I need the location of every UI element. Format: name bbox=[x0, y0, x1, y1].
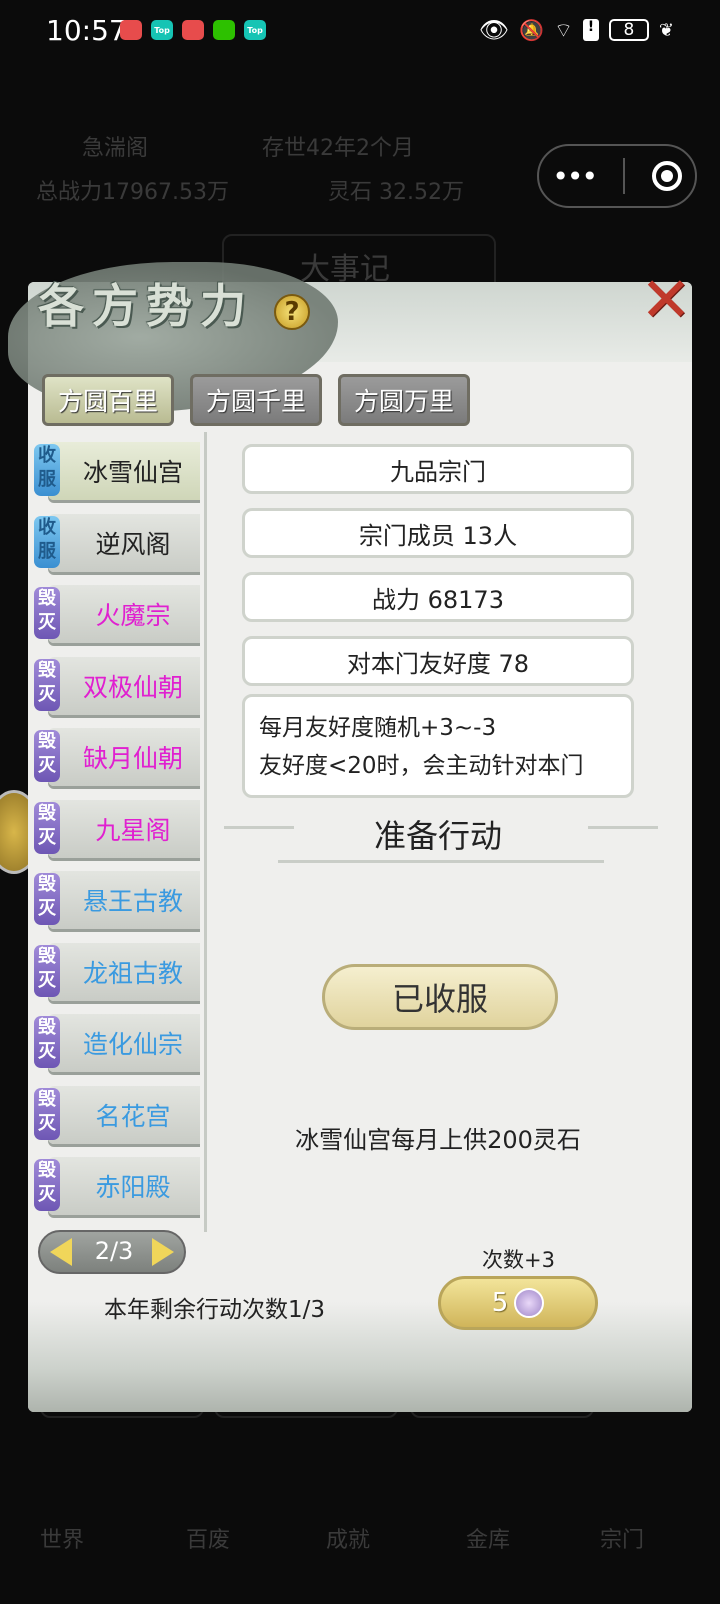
faction-status-badge: 毁灭 bbox=[34, 587, 60, 639]
faction-power: 战力 68173 bbox=[242, 572, 634, 622]
tribute-text: 冰雪仙宫每月上供200灵石 bbox=[295, 1126, 581, 1154]
app-red-icon bbox=[182, 20, 204, 40]
friendship-description: 每月友好度随机+3~-3 友好度<20时，会主动针对本门 bbox=[242, 694, 634, 798]
pager: 2/3 bbox=[38, 1230, 186, 1274]
faction-status-badge: 毁灭 bbox=[34, 1016, 60, 1068]
mute-icon: 🔕 bbox=[519, 18, 545, 42]
close-miniprogram-icon[interactable] bbox=[651, 161, 682, 191]
faction-item[interactable]: 毁灭 火魔宗 bbox=[34, 585, 200, 643]
help-icon[interactable]: ? bbox=[274, 294, 310, 330]
faction-status-badge: 毁灭 bbox=[34, 873, 60, 925]
battery-icon: 8 bbox=[608, 19, 649, 41]
faction-name: 造化仙宗 bbox=[82, 1030, 183, 1059]
section-title: 准备行动 bbox=[373, 817, 502, 855]
miniprogram-capsule: ••• bbox=[537, 144, 697, 208]
faction-rank: 九品宗门 bbox=[242, 444, 634, 494]
list-divider bbox=[204, 432, 207, 1232]
prev-page-icon[interactable] bbox=[50, 1238, 72, 1266]
buy-actions-button[interactable]: 5 bbox=[438, 1276, 598, 1330]
faction-name: 悬王古教 bbox=[82, 887, 183, 916]
next-page-icon[interactable] bbox=[152, 1238, 174, 1266]
faction-name: 冰雪仙宫 bbox=[82, 458, 183, 487]
remaining-actions: 本年剩余行动次数1/3 bbox=[104, 1297, 326, 1323]
faction-status-badge: 毁灭 bbox=[34, 658, 60, 711]
wifi-icon: ⌔ bbox=[554, 17, 573, 42]
system-icons: 👁 🔕 ⌔ ! 8 ❦ bbox=[479, 16, 674, 44]
bg-nav-world: 世界 bbox=[40, 1528, 85, 1553]
leaf-icon: ❦ bbox=[658, 19, 674, 41]
clock: 10:57 bbox=[46, 14, 127, 47]
bg-power: 总战力17967.53万 bbox=[36, 180, 229, 205]
desc-line-2: 友好度<20时，会主动针对本门 bbox=[259, 753, 584, 779]
faction-status-badge: 毁灭 bbox=[34, 730, 60, 782]
faction-name: 火魔宗 bbox=[95, 601, 171, 630]
faction-item[interactable]: 毁灭 赤阳殿 bbox=[34, 1157, 200, 1215]
top-app-icon: Top bbox=[244, 20, 266, 40]
bg-spirit-stone: 灵石 32.52万 bbox=[328, 180, 464, 205]
desc-line-1: 每月友好度随机+3~-3 bbox=[259, 715, 497, 741]
faction-members: 宗门成员 13人 bbox=[242, 508, 634, 558]
more-icon[interactable]: ••• bbox=[552, 160, 598, 193]
faction-status-badge: 毁灭 bbox=[34, 1087, 60, 1140]
faction-item[interactable]: 收服冰雪仙宫 bbox=[34, 442, 200, 500]
eye-icon: 👁 bbox=[478, 16, 510, 44]
faction-status-badge: 毁灭 bbox=[34, 944, 60, 997]
faction-name: 双极仙朝 bbox=[82, 672, 183, 702]
sim-alert-icon: ! bbox=[582, 19, 599, 41]
dialog-title: 各方势力 bbox=[38, 279, 254, 333]
subdued-button[interactable]: 已收服 bbox=[322, 964, 558, 1030]
faction-name: 名花宫 bbox=[95, 1101, 171, 1131]
gem-icon bbox=[514, 1288, 545, 1318]
faction-list: 收服冰雪仙宫收服逆风阁毁灭火魔宗毁灭双极仙朝毁灭缺月仙朝毁灭九星阁毁灭悬王古教毁… bbox=[28, 442, 204, 1242]
count-plus-label: 次数+3 bbox=[482, 1248, 555, 1272]
bg-age: 存世42年2个月 bbox=[262, 136, 414, 161]
tab-1000-li[interactable]: 方圆千里 bbox=[190, 374, 322, 426]
bg-nav-5: 宗门 bbox=[600, 1528, 645, 1553]
tab-100-li[interactable]: 方圆百里 bbox=[42, 374, 174, 426]
factions-dialog: 各方势力 ? ✕ 方圆百里 方圆千里 方圆万里 收服冰雪仙宫收服逆风阁毁灭火魔宗… bbox=[8, 262, 692, 1412]
faction-item[interactable]: 收服 逆风阁 bbox=[34, 513, 200, 572]
faction-status-badge: 收服 bbox=[34, 515, 60, 568]
faction-item[interactable]: 毁灭缺月仙朝 bbox=[34, 728, 200, 786]
app-red-icon bbox=[120, 20, 142, 40]
wechat-icon bbox=[213, 20, 235, 40]
close-icon[interactable]: ✕ bbox=[638, 269, 694, 331]
bg-nav-4: 金库 bbox=[466, 1528, 511, 1553]
capsule-divider bbox=[622, 158, 625, 194]
faction-item[interactable]: 毁灭 九星阁 bbox=[34, 799, 200, 858]
status-bar: 10:57 Top Top 👁 🔕 ⌔ ! 8 ❦ bbox=[0, 0, 720, 64]
faction-item[interactable]: 毁灭 名花宫 bbox=[34, 1085, 200, 1144]
faction-name: 缺月仙朝 bbox=[82, 744, 183, 773]
faction-name: 龙祖古教 bbox=[82, 958, 183, 988]
bg-sect-name: 急湍阁 bbox=[82, 136, 149, 161]
faction-status-badge: 毁灭 bbox=[34, 801, 60, 854]
buy-cost: 5 bbox=[491, 1288, 509, 1318]
top-app-icon: Top bbox=[151, 20, 173, 40]
faction-name: 九星阁 bbox=[95, 815, 171, 845]
faction-name: 赤阳殿 bbox=[95, 1173, 171, 1202]
bg-nav-3: 成就 bbox=[326, 1528, 371, 1553]
faction-item[interactable]: 毁灭双极仙朝 bbox=[34, 656, 200, 715]
faction-friendship: 对本门友好度 78 bbox=[242, 636, 634, 686]
bg-nav-2: 百废 bbox=[186, 1528, 231, 1553]
faction-item[interactable]: 毁灭悬王古教 bbox=[34, 871, 200, 929]
faction-item[interactable]: 毁灭造化仙宗 bbox=[34, 1014, 200, 1072]
tab-10000-li[interactable]: 方圆万里 bbox=[338, 374, 470, 426]
faction-item[interactable]: 毁灭龙祖古教 bbox=[34, 942, 200, 1001]
faction-status-badge: 毁灭 bbox=[34, 1159, 60, 1211]
faction-name: 逆风阁 bbox=[95, 529, 171, 559]
page-indicator: 2/3 bbox=[94, 1237, 134, 1265]
faction-status-badge: 收服 bbox=[34, 444, 60, 496]
